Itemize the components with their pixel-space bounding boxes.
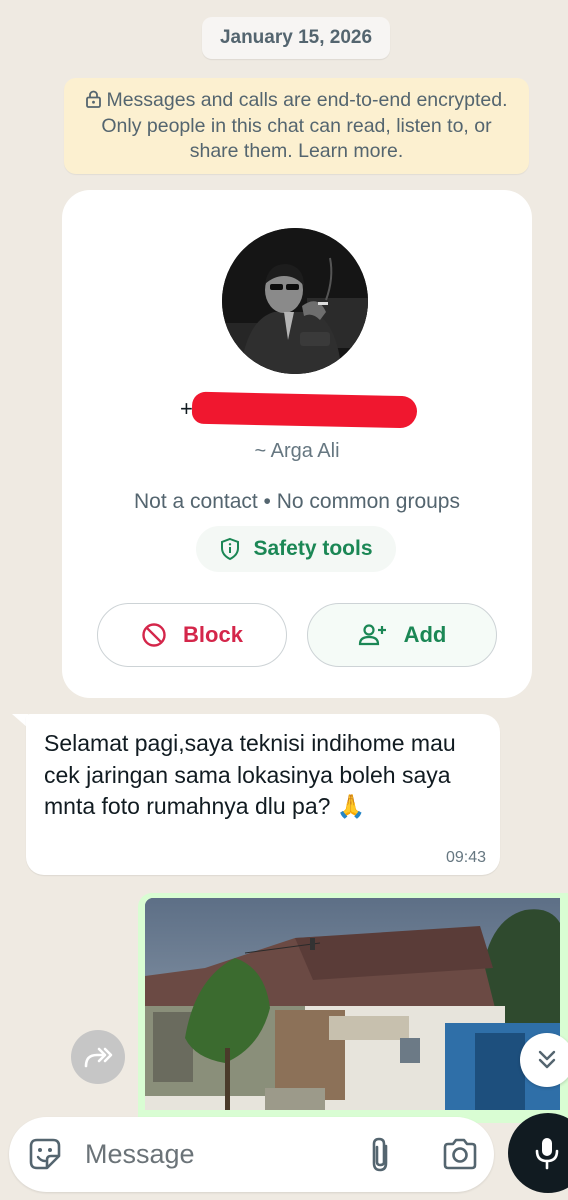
- message-text: Selamat pagi,saya teknisi indihome mau c…: [44, 728, 484, 823]
- block-icon: [142, 623, 166, 647]
- incoming-message[interactable]: Selamat pagi,saya teknisi indihome mau c…: [26, 714, 500, 875]
- encryption-notice[interactable]: Messages and calls are end-to-end encryp…: [64, 78, 529, 174]
- encryption-notice-text: Messages and calls are end-to-end encryp…: [101, 89, 508, 162]
- add-label: Add: [403, 622, 447, 647]
- push-name: ~ Arga Ali: [254, 440, 340, 462]
- message-body: Selamat pagi,saya teknisi indihome mau c…: [44, 730, 456, 819]
- redaction-mark: [191, 391, 418, 429]
- date-chip: January 15, 2026: [202, 17, 390, 59]
- voice-message-button[interactable]: [508, 1113, 568, 1193]
- message-time: 09:43: [445, 849, 486, 866]
- block-button[interactable]: Block: [97, 603, 287, 667]
- forward-button[interactable]: [71, 1030, 125, 1084]
- sticker-icon[interactable]: [27, 1136, 63, 1172]
- avatar[interactable]: [222, 228, 368, 374]
- double-chevron-down-icon: [538, 1050, 556, 1069]
- safety-tools-button[interactable]: Safety tools: [196, 526, 396, 572]
- camera-icon[interactable]: [441, 1137, 479, 1171]
- lock-icon: [86, 90, 102, 108]
- phone-number-row: +: [62, 390, 532, 430]
- mic-icon: [535, 1138, 559, 1170]
- add-contact-button[interactable]: Add: [307, 603, 497, 667]
- sender-profile-card: + ~ Arga Ali Not a contact • No common g…: [62, 190, 532, 698]
- message-input[interactable]: [85, 1137, 335, 1171]
- contact-info: Not a contact • No common groups: [133, 490, 460, 513]
- forward-icon: [84, 1047, 113, 1068]
- shield-info-icon: [221, 537, 240, 561]
- paperclip-icon[interactable]: [367, 1136, 393, 1174]
- add-person-icon: [358, 624, 386, 646]
- block-label: Block: [183, 622, 243, 647]
- scroll-to-bottom-button[interactable]: [520, 1033, 568, 1087]
- folded-hands-emoji: 🙏: [336, 793, 366, 819]
- date-chip-label: January 15, 2026: [219, 27, 373, 48]
- safety-tools-label: Safety tools: [253, 537, 373, 560]
- house-photo[interactable]: [145, 898, 560, 1110]
- phone-prefix: +: [180, 396, 193, 421]
- message-composer: [9, 1117, 494, 1192]
